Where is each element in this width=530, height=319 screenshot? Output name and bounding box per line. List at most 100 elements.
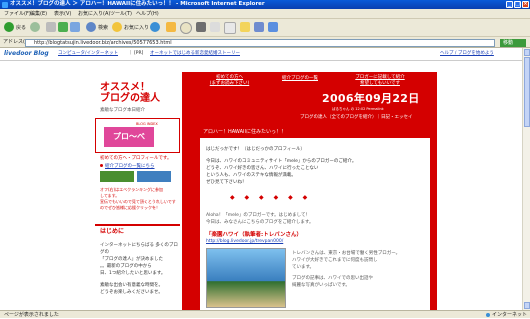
favorites-label[interactable]: お気に入り [124, 22, 149, 34]
scroll-down-arrow-icon[interactable] [524, 302, 530, 309]
profile-box: プロ～べ BLOG INDEX [95, 118, 180, 153]
folder-icon[interactable] [240, 22, 250, 32]
ranking-banner-1[interactable] [100, 171, 134, 182]
pr-link[interactable]: オーネットではじめる新恋愛結婚ストーリー [150, 48, 240, 60]
window-title: オススメ！ブログの達人 ＞ アロハー！HAWAIIに住みたいっ！！ - Micr… [10, 1, 265, 7]
site-title-2[interactable]: ブログの達人 [100, 93, 160, 104]
blog-list-row[interactable]: 紹介ブログの一覧にちら [100, 163, 155, 169]
ie-icon [2, 1, 8, 8]
discuss-icon[interactable] [224, 22, 236, 34]
intro-text: インターネットにちらばる 多くのブログの 「ブログの達人」が決めました 。。最新… [100, 242, 180, 296]
intro-line-1: インターネットにちらばる 多くのブログの [100, 243, 178, 255]
blog-screenshot-image[interactable] [206, 248, 286, 308]
forward-arrow-icon[interactable] [30, 22, 40, 32]
nav-first-time[interactable]: 初めての方へ (まずお読み下さい) [202, 75, 257, 87]
note-line-4: のでぜひ皆様に応援クリックを！ [100, 205, 160, 210]
page-viewport: livedoor Blog コンピュータ/インターネット ｜ [PR] オーネッ… [0, 48, 522, 310]
post-body: アロハー！HAWAIIに住みたいっ！！ はじだっかです！（はじだっかのプロフィー… [200, 126, 430, 310]
favorites-star-icon[interactable] [112, 22, 122, 32]
profile-lead[interactable]: 初めての方へ・プロフィールです。 [100, 155, 171, 161]
globe-icon [486, 313, 490, 317]
intro-heading: はじめに [95, 224, 180, 236]
media-icon[interactable] [150, 22, 160, 32]
address-url: http://blogtatsujin.livedoor.biz/archive… [34, 39, 172, 46]
refresh-icon[interactable] [58, 22, 68, 32]
extra-tool-icon[interactable] [268, 22, 278, 32]
status-bar: ページが表示されました インターネット [0, 310, 530, 318]
desc-line-4: ブログの記事は、ハワイでの思い出話や [292, 276, 373, 281]
main-content: 初めての方へ (まずお読み下さい) 紹介ブログの一覧 ブロガーに記載して紹介 希… [182, 72, 437, 310]
menu-favorites[interactable]: お気に入り(A) [78, 9, 110, 19]
intro-line-6: 素敵な出会い有意義な時間を。 [100, 283, 163, 288]
byline-small: ばるちゃん の 12:02 Permalink [332, 107, 384, 111]
ranking-banner-2[interactable] [137, 171, 171, 182]
crumb-category[interactable]: コンピュータ/インターネット [58, 48, 118, 60]
nav-request-sub[interactable]: 希望してもいいです [345, 81, 415, 87]
title-bar: オススメ！ブログの達人 ＞ アロハー！HAWAIIに住みたいっ！！ - Micr… [0, 0, 530, 9]
site-subtitle: 素敵なブログ本日紹介 [100, 108, 145, 113]
stop-icon[interactable] [46, 22, 56, 32]
page-header-strip: livedoor Blog コンピュータ/インターネット ｜ [PR] オーネッ… [0, 48, 522, 61]
post-line-a: 今日は、ハワイのコミュニティサイト「mele」からのブロガーのご紹介。 [206, 159, 357, 164]
blog-list-link[interactable]: 紹介ブログの一覧にちら [105, 164, 155, 169]
intro-line-2: 「ブログの達人」が決めました [100, 257, 163, 262]
featured-blog-name[interactable]: 「楽園ハワイ（執筆者:トレバンさん） [206, 230, 302, 238]
site-title[interactable]: オススメ！ [100, 82, 150, 93]
livedoor-logo[interactable]: livedoor Blog [4, 48, 49, 60]
menu-tools[interactable]: ツール(T) [110, 9, 132, 19]
bullet-icon [100, 164, 103, 167]
edit-icon[interactable] [210, 22, 220, 32]
mail-icon[interactable] [180, 22, 192, 34]
desc-line-5: 綺麗な写真がいっぱいです。 [292, 283, 350, 288]
post-para: 今日は、ハワイのコミュニティサイト「mele」からのブロガーのご紹介。 どうぞ、… [206, 158, 426, 186]
help-link[interactable]: ヘルプ / ブログを始めよう [440, 48, 494, 60]
crumb-sep: ｜ [128, 51, 133, 56]
messenger-icon[interactable] [254, 22, 264, 32]
go-button[interactable]: 移動 [500, 38, 526, 47]
maximize-button[interactable]: □ [514, 1, 521, 8]
post-line-c: という人も、ハワイのステキな情報が満載。 [206, 173, 296, 178]
nav-request[interactable]: ブロガーに記載して紹介 希望してもいいです [345, 75, 415, 87]
search-label[interactable]: 検索 [98, 22, 108, 34]
profile-badge: BLOG INDEX [136, 122, 158, 126]
ranking-note: オフ(右)はエベクランキングに参加 してます。 宣伝でもいいので見て頂くとうれし… [100, 187, 180, 211]
divider-diamonds: ◆ ◆ ◆ ◆ ◆ ◆ [230, 194, 312, 201]
intro-line-7: どうぞお楽しみくださいませ。 [100, 290, 163, 295]
nav-blog-list[interactable]: 紹介ブログの一覧 [282, 75, 318, 81]
post-line-d: ぜひ見て下さいね！ [206, 180, 247, 185]
intro-line-3: 。。最新のブログの中から [100, 264, 152, 269]
pr-tag: [PR] [134, 51, 144, 56]
home-icon[interactable] [70, 22, 80, 32]
menu-help[interactable]: ヘルプ(H) [136, 9, 159, 19]
menu-edit[interactable]: 編集(E) [30, 9, 47, 19]
post-intro: はじだっかです！（はじだっかのプロフィール） [206, 147, 305, 152]
intro-line-4: 日、1つ紹介したいと思います。 [100, 271, 166, 276]
menu-view[interactable]: 表示(V) [54, 9, 71, 19]
toolbar: 戻る 検索 お気に入り [0, 19, 530, 37]
print-icon[interactable] [196, 22, 206, 32]
greeting-line-1: Aloha！「mele」のブロガーです。はじめまして！ [206, 213, 311, 218]
post-title[interactable]: アロハー！HAWAIIに住みたいっ！！ [200, 126, 430, 138]
back-label[interactable]: 戻る [16, 22, 26, 34]
address-input[interactable]: http://blogtatsujin.livedoor.biz/archive… [25, 38, 495, 47]
history-icon[interactable] [166, 22, 176, 32]
byline[interactable]: ブログの達人（全てのブログを紹介）｜日記・エッセイ [300, 114, 413, 120]
menu-file[interactable]: ファイル(F) [4, 9, 31, 19]
featured-blog-url[interactable]: http://blog.livedoor.jp/trevpan000/ [206, 239, 283, 244]
minimize-button[interactable]: _ [506, 1, 513, 8]
post-greeting: Aloha！「mele」のブロガーです。はじめまして！ 今日は、みなさんにこちら… [206, 212, 426, 226]
back-arrow-icon[interactable] [4, 22, 14, 32]
search-icon[interactable] [86, 22, 96, 32]
desc-line-2: ハワイが大好きでこれまでに何度も訪問し [292, 258, 378, 263]
nav-first-time-sub[interactable]: (まずお読み下さい) [202, 81, 257, 87]
menu-bar: ファイル(F) 編集(E) 表示(V) お気に入り(A) ツール(T) ヘルプ(… [0, 9, 530, 19]
left-column: オススメ！ ブログの達人 素敵なブログ本日紹介 プロ～べ BLOG INDEX … [95, 60, 180, 310]
vertical-scrollbar[interactable] [522, 48, 530, 310]
profile-logo[interactable]: プロ～べ [104, 127, 154, 147]
close-button[interactable]: × [522, 1, 529, 8]
scroll-up-arrow-icon[interactable] [524, 49, 530, 56]
desc-line-3: ています。 [292, 265, 315, 270]
scroll-thumb[interactable] [524, 57, 530, 127]
post-date: 2006年09月22日 [322, 92, 420, 105]
post-line-b: どうぞ、ハワイ好きの皆さん、ハワイに行ったことない [206, 166, 319, 171]
